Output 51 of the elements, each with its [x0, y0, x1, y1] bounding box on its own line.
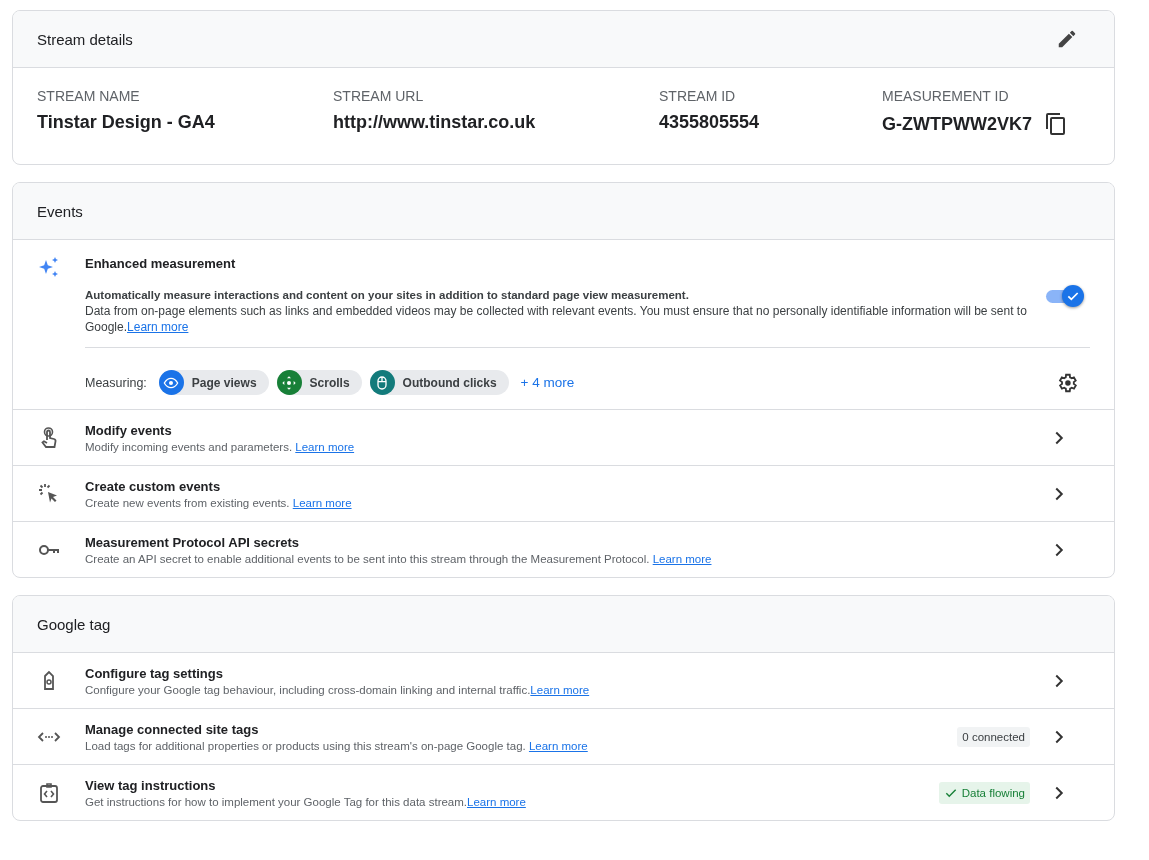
row-title: Create custom events: [85, 478, 222, 494]
learn-more-link[interactable]: Learn more: [127, 320, 189, 334]
row-title: Configure tag settings: [85, 665, 224, 681]
row-description: Configure your Google tag behaviour, including cross-domain linking and internal traffic.Learn more: [85, 683, 591, 696]
settings-row[interactable]: View tag instructions Get instructions for how to implement your Google Tag for this data stream.Learn more Data flowing: [13, 765, 1114, 820]
status-badge: 0 connected: [957, 726, 1030, 747]
settings-row[interactable]: Create custom events Create new events from existing events. Learn more: [13, 466, 1114, 522]
row-title: Manage connected site tags: [85, 721, 260, 737]
field-value: G-ZWTPWW2VK7: [882, 113, 1032, 135]
card-title: Events: [37, 202, 83, 220]
row-title: View tag instructions: [85, 777, 217, 793]
row-description: Modify incoming events and parameters. Learn more: [85, 440, 356, 453]
settings-row[interactable]: Modify events Modify incoming events and parameters. Learn more: [13, 410, 1114, 466]
field-label: STREAM URL: [333, 88, 425, 104]
measurement-chip: Scrolls: [276, 370, 362, 395]
card-title: Stream details: [37, 30, 133, 48]
measurement-chip: Outbound clicks: [369, 370, 509, 395]
settings-row[interactable]: Manage connected site tags Load tags for additional properties or products using this stream's on-page Google tag. Learn more 0 connected: [13, 709, 1114, 765]
learn-more-link[interactable]: Learn more: [530, 683, 590, 696]
card-title: Google tag: [37, 615, 111, 633]
learn-more-link[interactable]: Learn more: [467, 795, 526, 808]
field-value: Tinstar Design - GA4: [37, 112, 215, 133]
field-label: STREAM ID: [659, 88, 737, 104]
copy-icon[interactable]: [1044, 112, 1068, 136]
toggle-switch[interactable]: [1046, 283, 1084, 308]
measurement-chip: Page views: [158, 370, 269, 395]
row-description: Create an API secret to enable additional events to be sent into this stream through the Measurement Protocol. Learn more: [85, 552, 713, 565]
edit-icon[interactable]: [1056, 28, 1078, 50]
description-text: Data from on-page elements such as links and embedded videos may be collected with relevant events. You must ensure that no personally identifiable information will be sent to Google.Learn more: [85, 303, 1028, 335]
settings-row[interactable]: Configure tag settings Configure your Google tag behaviour, including cross-domain linking and internal traffic.Learn more: [13, 653, 1114, 709]
learn-more-link[interactable]: Learn more: [295, 440, 355, 453]
row-description: Load tags for additional properties or products using this stream's on-page Google tag. Learn more: [85, 739, 589, 752]
field-value: 4355805554: [659, 112, 760, 133]
measuring-label: Measuring:: [85, 375, 147, 390]
clipboard-code-icon: [37, 780, 61, 805]
field-value: http://www.tinstar.co.uk: [333, 112, 536, 133]
learn-more-link[interactable]: Learn more: [292, 496, 352, 509]
row-title: Modify events: [85, 422, 173, 438]
field-label: MEASUREMENT ID: [882, 88, 1010, 104]
row-description: Get instructions for how to implement your Google Tag for this data stream.Learn more: [85, 795, 527, 808]
status-badge: Data flowing: [938, 781, 1030, 804]
field-label: STREAM NAME: [37, 88, 141, 104]
description-text: Automatically measure interactions and content on your sites in addition to standard page view measurement.: [85, 288, 690, 303]
learn-more-link[interactable]: Learn more: [528, 739, 588, 752]
section-title: Enhanced measurement: [85, 256, 237, 271]
row-description: Create new events from existing events. Learn more: [85, 496, 353, 509]
settings-icon[interactable]: [1056, 371, 1078, 394]
learn-more-link[interactable]: Learn more: [652, 552, 712, 565]
more-link[interactable]: + 4 more: [520, 375, 575, 390]
settings-row[interactable]: Measurement Protocol API secrets Create an API secret to enable additional events to be sent into this stream through the Measurement Protocol. Learn more: [13, 522, 1114, 577]
row-title: Measurement Protocol API secrets: [85, 534, 301, 550]
